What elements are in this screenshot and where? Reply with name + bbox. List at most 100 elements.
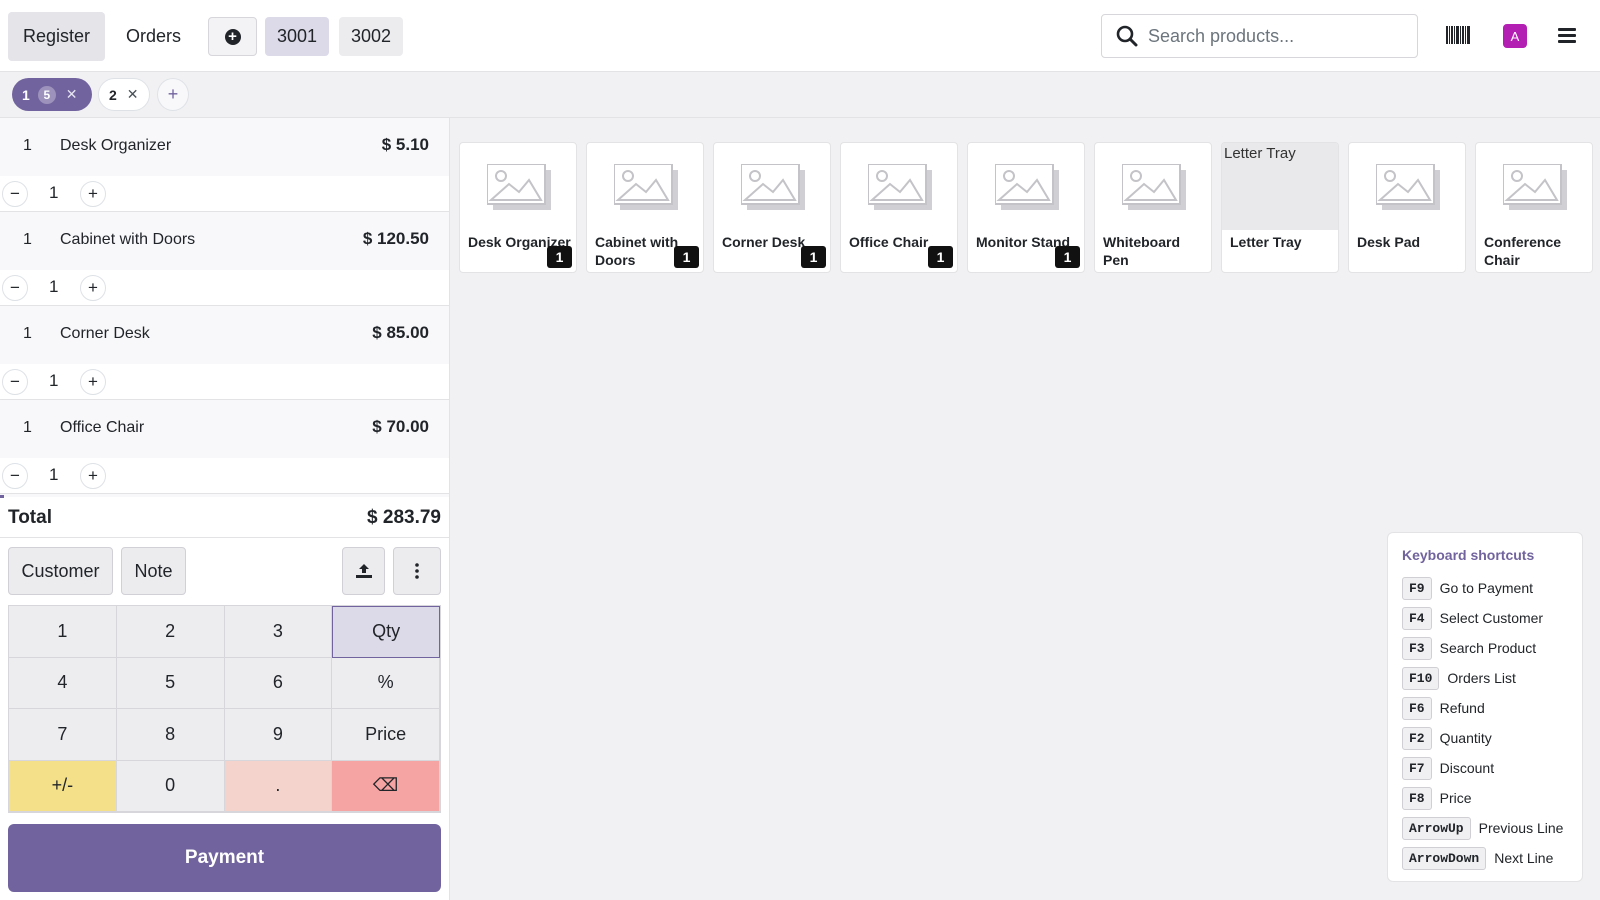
numpad-key-8[interactable]: 8	[116, 709, 225, 761]
image-placeholder-icon	[841, 143, 957, 230]
order-pill-count: 5	[37, 85, 56, 104]
send-order-button[interactable]	[342, 547, 385, 595]
numpad-key-5[interactable]: 5	[116, 657, 225, 709]
decrease-button[interactable]: −	[2, 275, 28, 301]
line-product-name: Desk Organizer	[60, 137, 172, 154]
shortcut-key: F9	[1402, 576, 1432, 600]
shortcut-row: F10 Orders List	[1402, 663, 1582, 693]
add-order-pill-button[interactable]: +	[157, 78, 189, 111]
order-line[interactable]: 1 Desk Organizer $ 5.10	[0, 118, 449, 176]
search-box[interactable]	[1101, 14, 1418, 58]
stepper-value: 1	[49, 371, 59, 390]
order-tab-3001[interactable]: 3001	[265, 17, 330, 56]
shortcut-key: F10	[1402, 666, 1440, 690]
product-card[interactable]: Desk Pad	[1348, 142, 1466, 273]
plus-circle-icon: +	[224, 28, 241, 45]
increase-button[interactable]: +	[80, 181, 106, 207]
order-line[interactable]: 1 Cabinet with Doors $ 120.50	[0, 212, 449, 270]
backspace-icon[interactable]: ⌫	[332, 760, 440, 812]
payment-button[interactable]: Payment	[8, 824, 441, 892]
quantity-stepper: − 1 +	[0, 458, 449, 494]
shortcuts-title: Keyboard shortcuts	[1402, 547, 1535, 563]
more-vertical-icon	[415, 563, 419, 579]
product-qty-badge: 1	[801, 246, 826, 268]
shortcut-key: F4	[1402, 606, 1432, 630]
barcode-icon[interactable]	[1446, 26, 1470, 44]
image-placeholder-icon	[1476, 143, 1592, 230]
shortcut-key: F2	[1402, 726, 1432, 750]
order-line[interactable]: 1 Office Chair $ 70.00	[0, 400, 449, 458]
image-alt-text: Letter Tray	[1224, 145, 1296, 162]
customer-button[interactable]: Customer	[8, 547, 113, 595]
product-card[interactable]: Office Chair 1	[840, 142, 958, 273]
new-order-button[interactable]: +	[208, 17, 257, 56]
product-card[interactable]: Monitor Stand 1	[967, 142, 1085, 273]
numpad-key-6[interactable]: 6	[224, 657, 333, 709]
shortcut-action: Search Product	[1439, 640, 1537, 656]
image-placeholder-icon	[714, 143, 830, 230]
numpad-key-0[interactable]: 0	[116, 760, 225, 812]
line-product-name: Cabinet with Doors	[60, 231, 196, 248]
broken-image-icon: Letter Tray	[1222, 143, 1338, 230]
decrease-button[interactable]: −	[2, 181, 28, 207]
numpad-key-7[interactable]: 7	[9, 709, 117, 761]
increase-button[interactable]: +	[80, 463, 106, 489]
stepper-value: 1	[49, 465, 59, 484]
numpad: 1 2 3 Qty 4 5 6 % 7 8 9 Price +/- 0 . ⌫	[8, 605, 441, 813]
line-price: $ 70.00	[372, 417, 429, 436]
shortcut-key: F3	[1402, 636, 1432, 660]
numpad-key-3[interactable]: 3	[224, 606, 333, 658]
numpad-mode-discount[interactable]: %	[332, 657, 440, 709]
numpad-decimal[interactable]: .	[224, 760, 333, 812]
increase-button[interactable]: +	[80, 275, 106, 301]
order-tab-3002[interactable]: 3002	[339, 17, 404, 56]
shortcut-key: ArrowDown	[1402, 846, 1487, 870]
numpad-key-4[interactable]: 4	[9, 657, 117, 709]
increase-button[interactable]: +	[80, 369, 106, 395]
numpad-mode-price[interactable]: Price	[332, 709, 440, 761]
product-qty-badge: 1	[1055, 246, 1080, 268]
shortcut-row: F6 Refund	[1402, 693, 1582, 723]
line-quantity: 1	[23, 325, 32, 342]
close-icon[interactable]: ✕	[66, 86, 78, 103]
order-pill-1[interactable]: 1 5 ✕	[12, 78, 92, 111]
more-actions-button[interactable]	[393, 547, 441, 595]
shortcut-row: F9 Go to Payment	[1402, 573, 1582, 603]
numpad-key-9[interactable]: 9	[224, 709, 333, 761]
product-card[interactable]: Desk Organizer 1	[459, 142, 577, 273]
numpad-key-2[interactable]: 2	[116, 606, 225, 658]
product-card[interactable]: Whiteboard Pen	[1094, 142, 1212, 273]
shortcut-key: F7	[1402, 756, 1432, 780]
shortcut-action: Next Line	[1494, 850, 1554, 866]
decrease-button[interactable]: −	[2, 463, 28, 489]
numpad-key-1[interactable]: 1	[9, 606, 117, 658]
order-pill-2[interactable]: 2 ✕	[98, 78, 150, 111]
orders-button[interactable]: Orders	[111, 12, 196, 61]
numpad-plus-minus[interactable]: +/-	[9, 760, 117, 812]
product-card[interactable]: Conference Chair	[1475, 142, 1593, 273]
image-placeholder-icon	[460, 143, 576, 230]
total-label: Total	[8, 507, 52, 528]
numpad-mode-qty[interactable]: Qty	[332, 606, 440, 658]
close-icon[interactable]: ✕	[127, 86, 139, 103]
product-card[interactable]: Cabinet with Doors 1	[586, 142, 704, 273]
line-product-name: Corner Desk	[60, 325, 150, 342]
shortcut-row: F7 Discount	[1402, 753, 1582, 783]
shortcut-action: Go to Payment	[1439, 580, 1533, 596]
search-icon	[1116, 25, 1138, 47]
note-button[interactable]: Note	[121, 547, 186, 595]
menu-icon[interactable]	[1558, 28, 1576, 43]
order-line[interactable]: 1 Corner Desk $ 85.00	[0, 306, 449, 364]
line-quantity: 1	[23, 137, 32, 154]
register-button[interactable]: Register	[8, 12, 106, 61]
shortcut-action: Refund	[1439, 700, 1485, 716]
line-price: $ 120.50	[362, 229, 429, 248]
order-lines-list[interactable]: 1 Desk Organizer $ 5.10 − 1 + 1 Cabinet …	[0, 118, 449, 497]
product-card[interactable]: Letter Tray Letter Tray	[1221, 142, 1339, 273]
line-quantity: 1	[23, 419, 32, 436]
product-card[interactable]: Corner Desk 1	[713, 142, 831, 273]
user-avatar[interactable]: A	[1503, 24, 1527, 48]
quantity-stepper: − 1 +	[0, 270, 449, 306]
decrease-button[interactable]: −	[2, 369, 28, 395]
search-input[interactable]	[1148, 25, 1398, 47]
